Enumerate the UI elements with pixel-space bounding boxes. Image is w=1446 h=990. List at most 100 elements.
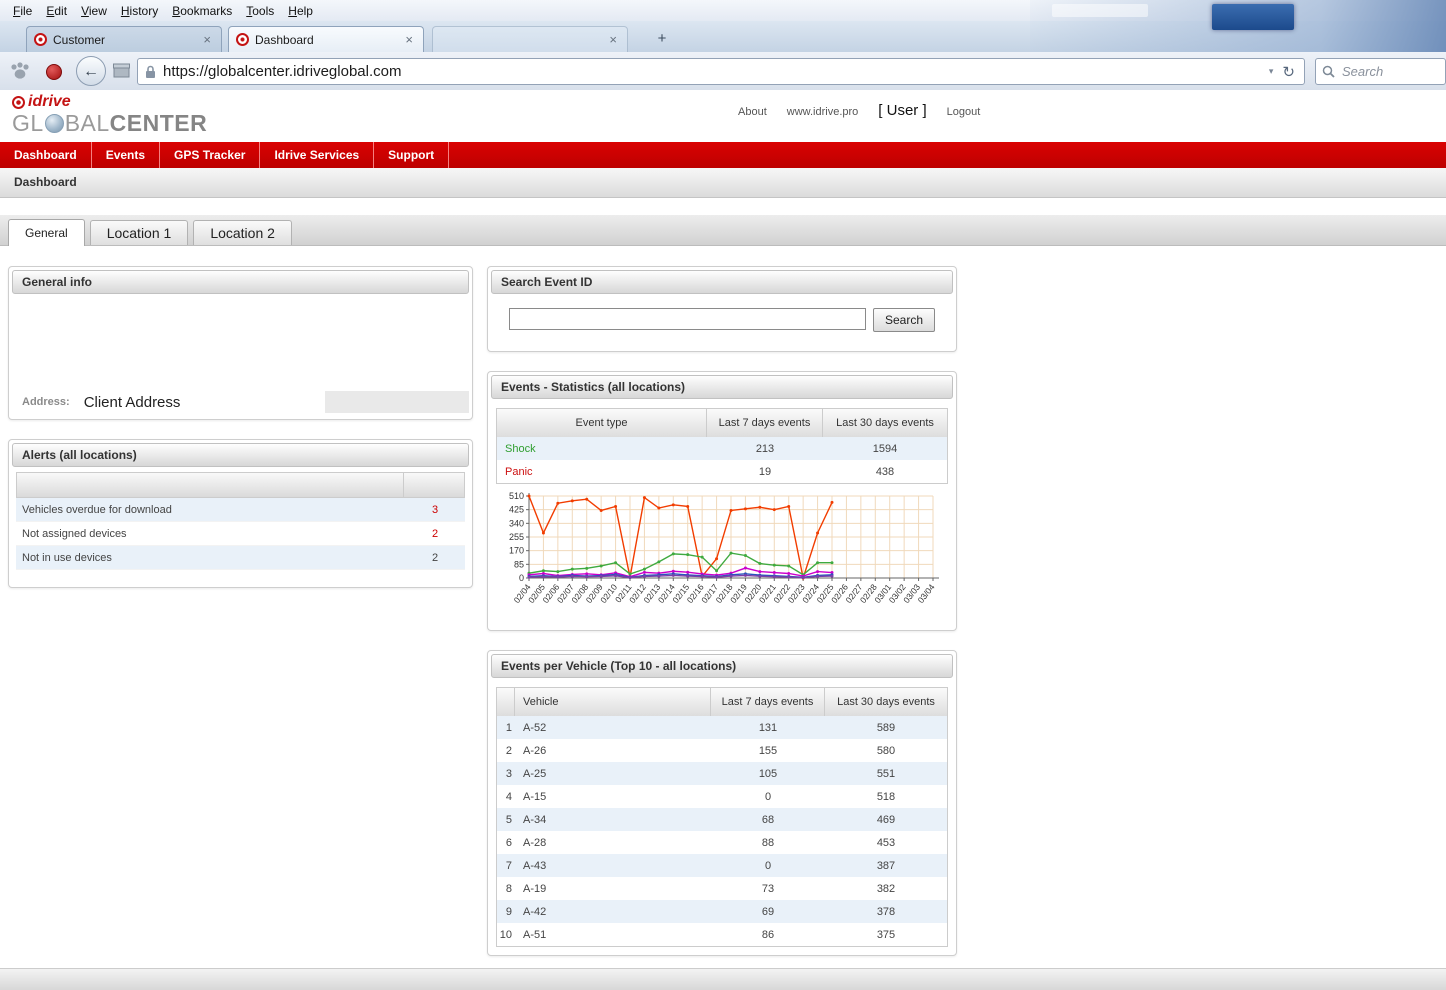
back-button[interactable]: ←	[76, 56, 106, 86]
alert-row[interactable]: Not assigned devices 2	[16, 522, 465, 546]
row-index: 1	[497, 722, 515, 734]
lock-icon	[145, 65, 156, 79]
svg-text:170: 170	[509, 546, 524, 556]
spacer	[0, 198, 1446, 215]
record-icon[interactable]	[46, 64, 62, 80]
tab-general[interactable]: General	[8, 219, 85, 246]
last30-value: 1594	[823, 443, 947, 455]
url-bar[interactable]: https://globalcenter.idriveglobal.com ▾ …	[137, 58, 1305, 85]
svg-text:340: 340	[509, 518, 524, 528]
address-label: Address:	[22, 396, 70, 408]
events-per-vehicle-panel: Events per Vehicle (Top 10 - all locatio…	[487, 650, 957, 956]
site-header: idrive GL BAL CENTER About www.idrive.pr…	[0, 90, 1446, 142]
vehicle-name: A-15	[515, 791, 711, 803]
table-header-row: Event type Last 7 days events Last 30 da…	[497, 409, 947, 437]
last30-value: 375	[825, 929, 947, 941]
event-search-button[interactable]: Search	[873, 308, 935, 332]
logo-gl-text: GL	[12, 112, 44, 135]
alert-row[interactable]: Vehicles overdue for download 3	[16, 498, 465, 522]
menu-help[interactable]: Help	[281, 2, 320, 20]
url-dropdown-icon[interactable]: ▾	[1262, 66, 1281, 77]
reload-icon[interactable]: ↻	[1280, 63, 1297, 81]
last30-value: 387	[825, 860, 947, 872]
menu-edit[interactable]: Edit	[39, 2, 74, 20]
events-chart-wrap: 08517025534042551002/0402/0502/0602/0702…	[499, 490, 949, 619]
paw-icon[interactable]	[8, 61, 32, 86]
nav-events[interactable]: Events	[92, 142, 160, 168]
archive-icon[interactable]	[113, 63, 130, 83]
back-arrow-icon: ←	[83, 63, 99, 80]
table-row: 7 A-43 0 387	[497, 854, 947, 877]
site-url-link[interactable]: www.idrive.pro	[787, 106, 859, 118]
search-icon	[1322, 65, 1335, 78]
table-row: 4 A-15 0 518	[497, 785, 947, 808]
svg-text:510: 510	[509, 491, 524, 501]
search-event-panel: Search Event ID Search	[487, 266, 957, 352]
browser-tab-customer[interactable]: Customer ×	[26, 26, 222, 52]
logo-idrive-text: idrive	[28, 93, 71, 111]
menu-bookmarks[interactable]: Bookmarks	[165, 2, 239, 20]
url-text[interactable]: https://globalcenter.idriveglobal.com	[163, 63, 1262, 80]
menu-view[interactable]: View	[74, 2, 114, 20]
vehicle-name: A-42	[515, 906, 711, 918]
general-info-panel: General info Address: Client Address	[8, 266, 473, 420]
new-tab-button[interactable]: +	[650, 29, 674, 48]
row-index: 2	[497, 745, 515, 757]
tab-close-icon[interactable]: ×	[402, 32, 416, 47]
menu-history[interactable]: History	[114, 2, 165, 20]
tab-close-icon[interactable]: ×	[200, 32, 214, 47]
column-header: Last 7 days events	[711, 688, 825, 716]
user-link[interactable]: [ User ]	[878, 102, 926, 119]
table-row: 5 A-34 68 469	[497, 808, 947, 831]
table-row: 8 A-19 73 382	[497, 877, 947, 900]
browser-tab-dashboard[interactable]: Dashboard ×	[228, 26, 424, 52]
tab-location-2[interactable]: Location 2	[193, 220, 292, 245]
browser-menubar: File Edit View History Bookmarks Tools H…	[0, 0, 1446, 21]
last7-value: 19	[707, 466, 823, 478]
vehicle-name: A-28	[515, 837, 711, 849]
vehicle-name: A-34	[515, 814, 711, 826]
browser-search-input[interactable]	[1340, 63, 1436, 80]
menu-file[interactable]: File	[6, 2, 39, 20]
page-tabstrip: General Location 1 Location 2	[0, 215, 1446, 246]
column-header: Vehicle	[515, 688, 711, 716]
column-header: Event type	[497, 409, 707, 437]
table-row: 6 A-28 88 453	[497, 831, 947, 854]
page: idrive GL BAL CENTER About www.idrive.pr…	[0, 90, 1446, 990]
column-header	[497, 688, 515, 716]
alert-count: 2	[405, 552, 465, 564]
panel-title: Alerts (all locations)	[12, 443, 469, 467]
menu-tools[interactable]: Tools	[239, 2, 281, 20]
row-index: 7	[497, 860, 515, 872]
browser-tab-empty[interactable]: ×	[432, 26, 628, 52]
nav-gps-tracker[interactable]: GPS Tracker	[160, 142, 260, 168]
nav-support[interactable]: Support	[374, 142, 449, 168]
logout-link[interactable]: Logout	[947, 106, 981, 118]
last7-value: 213	[707, 443, 823, 455]
table-header-row: Vehicle Last 7 days events Last 30 days …	[497, 688, 947, 716]
tab-location-1[interactable]: Location 1	[90, 220, 189, 245]
idrive-favicon	[236, 33, 249, 46]
nav-dashboard[interactable]: Dashboard	[0, 142, 92, 168]
events-stats-table: Event type Last 7 days events Last 30 da…	[496, 408, 948, 484]
tab-close-icon[interactable]: ×	[606, 32, 620, 47]
alert-row[interactable]: Not in use devices 2	[16, 546, 465, 570]
panel-title: Events per Vehicle (Top 10 - all locatio…	[491, 654, 953, 678]
browser-search[interactable]	[1315, 58, 1446, 85]
panel-title: General info	[12, 270, 469, 294]
screen: File Edit View History Bookmarks Tools H…	[0, 0, 1446, 990]
address-row: Address: Client Address	[12, 390, 469, 414]
address-value: Client Address	[84, 394, 325, 411]
browser-navbar: ← https://globalcenter.idriveglobal.com …	[0, 52, 1446, 91]
about-link[interactable]: About	[738, 106, 767, 118]
alert-label: Not in use devices	[16, 552, 405, 564]
row-index: 10	[497, 929, 515, 941]
table-row: 10 A-51 86 375	[497, 923, 947, 946]
event-id-input[interactable]	[509, 308, 866, 330]
last30-value: 589	[825, 722, 947, 734]
row-index: 4	[497, 791, 515, 803]
nav-idrive-services[interactable]: Idrive Services	[260, 142, 374, 168]
last30-value: 378	[825, 906, 947, 918]
site-logo[interactable]: idrive GL BAL CENTER	[12, 93, 207, 135]
row-index: 6	[497, 837, 515, 849]
